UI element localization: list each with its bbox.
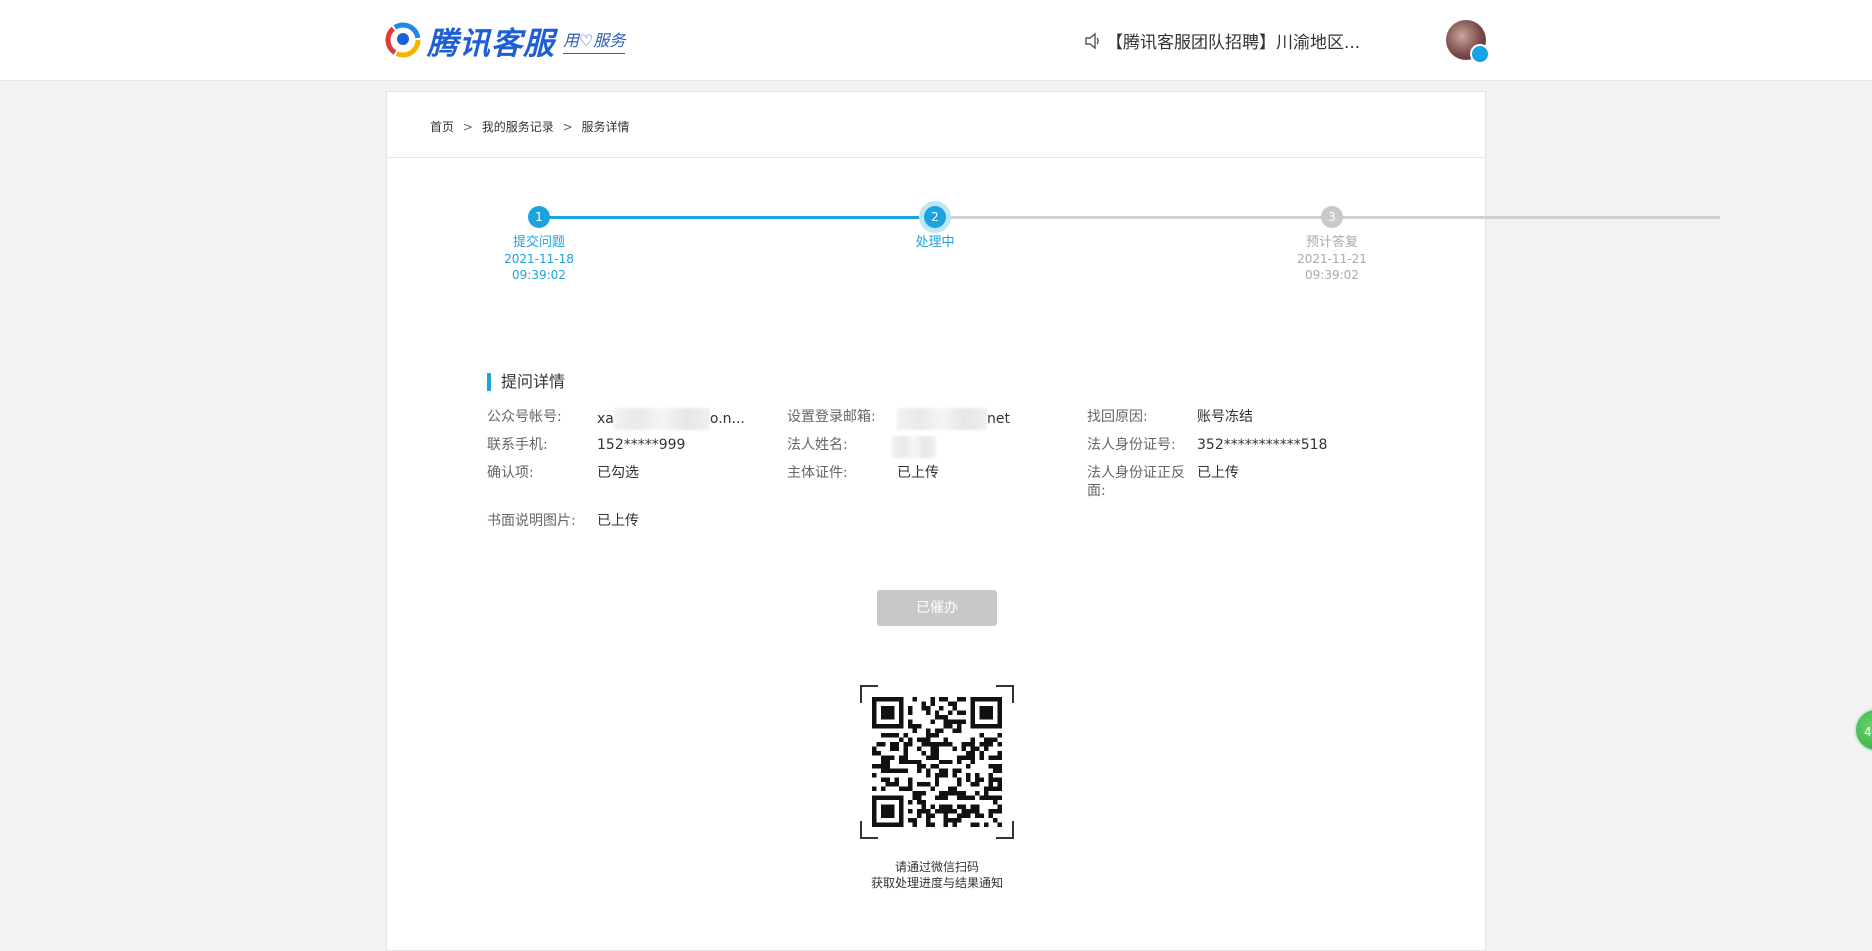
account-redaction bbox=[613, 408, 710, 430]
written-value: 已上传 bbox=[597, 513, 639, 529]
account-value-end: o.n... bbox=[709, 411, 745, 427]
step-3-label: 预计答复 2021-11-21 09:39:02 bbox=[1262, 235, 1402, 283]
account-value: xa o.n... bbox=[597, 408, 745, 430]
floating-service-button[interactable]: 44 bbox=[1854, 708, 1872, 752]
legal-name-redaction bbox=[892, 436, 936, 458]
tencent-kefu-logo[interactable]: 腾讯客服 用♡服务 bbox=[385, 20, 626, 62]
step-2-circle: 2 bbox=[924, 206, 946, 228]
logo-icon bbox=[385, 22, 421, 58]
details-section-title: 提问详情 bbox=[487, 373, 565, 391]
step-2-label: 处理中 bbox=[865, 235, 1005, 251]
entity-cert-label: 主体证件: bbox=[787, 465, 848, 481]
qr-code-image bbox=[872, 697, 1002, 827]
email-label: 设置登录邮箱: bbox=[787, 409, 876, 425]
step-1-circle: 1 bbox=[528, 206, 550, 228]
progress-line-done bbox=[539, 216, 935, 219]
user-avatar[interactable] bbox=[1446, 20, 1490, 64]
step-3-time: 09:39:02 bbox=[1305, 268, 1359, 282]
qq-badge-icon bbox=[1470, 44, 1490, 64]
phone-value: 152*****999 bbox=[597, 437, 686, 453]
written-label: 书面说明图片: bbox=[487, 513, 576, 529]
legal-id-value: 352***********518 bbox=[1197, 437, 1328, 453]
speaker-icon bbox=[1085, 32, 1099, 49]
wechat-qr-code bbox=[860, 685, 1014, 839]
step-3-date: 2021-11-21 bbox=[1297, 252, 1367, 266]
step-1-time: 09:39:02 bbox=[512, 268, 566, 282]
qr-caption: 请通过微信扫码 获取处理进度与结果通知 bbox=[787, 859, 1087, 891]
account-label: 公众号帐号: bbox=[487, 409, 562, 425]
step-1-date: 2021-11-18 bbox=[504, 252, 574, 266]
id-both-label: 法人身份证正反面: bbox=[1087, 465, 1185, 499]
service-detail-card: 首页 > 我的服务记录 > 服务详情 1 提交问题 2021-11-18 09:… bbox=[386, 91, 1720, 951]
progress-steps: 1 提交问题 2021-11-18 09:39:02 2 处理中 3 预计答复 … bbox=[387, 92, 1720, 292]
legal-id-label: 法人身份证号: bbox=[1087, 437, 1176, 453]
step-3-circle: 3 bbox=[1321, 206, 1343, 228]
notice-text: 【腾讯客服团队招聘】川渝地区... bbox=[1106, 33, 1361, 53]
urge-button[interactable]: 已催办 bbox=[877, 590, 997, 626]
phone-label: 联系手机: bbox=[487, 437, 548, 453]
notice-marquee[interactable]: 【腾讯客服团队招聘】川渝地区... bbox=[1084, 28, 1360, 53]
legal-name-label: 法人姓名: bbox=[787, 437, 848, 453]
qr-caption-line1: 请通过微信扫码 bbox=[894, 860, 979, 874]
logo-slogan: 用♡服务 bbox=[563, 27, 626, 54]
email-value-end: net bbox=[987, 411, 1010, 427]
confirm-value: 已勾选 bbox=[597, 465, 639, 481]
email-value: net bbox=[897, 408, 1010, 430]
step-2-title: 处理中 bbox=[915, 235, 955, 250]
step-3-title: 预计答复 bbox=[1305, 235, 1358, 250]
step-1-title: 提交问题 bbox=[512, 235, 565, 250]
email-redaction bbox=[897, 408, 987, 430]
reason-label: 找回原因: bbox=[1087, 409, 1148, 425]
entity-cert-value: 已上传 bbox=[897, 465, 939, 481]
step-1-label: 提交问题 2021-11-18 09:39:02 bbox=[469, 235, 609, 283]
reason-value: 账号冻结 bbox=[1197, 409, 1253, 425]
qr-caption-line2: 获取处理进度与结果通知 bbox=[870, 876, 1003, 890]
legal-name-value bbox=[892, 436, 936, 458]
id-both-value: 已上传 bbox=[1197, 465, 1239, 481]
top-bar: 腾讯客服 用♡服务 【腾讯客服团队招聘】川渝地区... bbox=[0, 0, 1872, 81]
logo-text: 腾讯客服 bbox=[427, 25, 555, 62]
account-value-start: xa bbox=[597, 411, 614, 427]
confirm-label: 确认项: bbox=[487, 465, 534, 481]
